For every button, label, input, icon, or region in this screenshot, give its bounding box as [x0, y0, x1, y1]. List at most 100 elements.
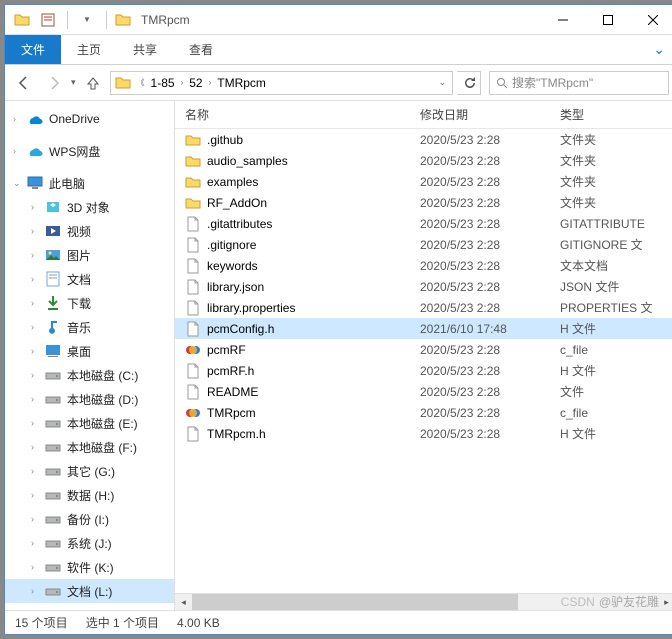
breadcrumb-1[interactable]: 52: [185, 72, 206, 94]
sidebar-item[interactable]: ›软件 (K:): [5, 555, 174, 579]
chevron-right-icon[interactable]: ›: [31, 466, 34, 476]
chevron-right-icon[interactable]: ›: [31, 490, 34, 500]
file-row[interactable]: RF_AddOn2020/5/23 2:28文件夹: [175, 192, 672, 213]
file-row[interactable]: .gitignore2020/5/23 2:28GITIGNORE 文: [175, 234, 672, 255]
file-row[interactable]: README2020/5/23 2:28文件: [175, 381, 672, 402]
file-name: library.properties: [207, 301, 295, 315]
address-root-icon[interactable]: [111, 72, 135, 94]
refresh-button[interactable]: [457, 71, 481, 95]
file-name: .gitignore: [207, 238, 256, 252]
sidebar-thispc[interactable]: ⌄ 此电脑: [5, 171, 174, 195]
properties-icon[interactable]: [37, 9, 59, 31]
status-count: 15 个项目: [15, 614, 68, 631]
chevron-down-icon[interactable]: ⌄: [13, 178, 21, 189]
sidebar-wps[interactable]: › WPS网盘: [5, 139, 174, 163]
file-row[interactable]: examples2020/5/23 2:28文件夹: [175, 171, 672, 192]
help-icon[interactable]: ⌄: [643, 41, 672, 58]
quick-access-toolbar: ▼ TMRpcm: [5, 9, 196, 31]
minimize-button[interactable]: [540, 5, 585, 35]
chevron-right-icon[interactable]: ›: [31, 538, 34, 548]
file-date: 2020/5/23 2:28: [420, 406, 560, 420]
sidebar-item-icon: [45, 199, 61, 215]
chevron-right-icon[interactable]: ›: [31, 418, 34, 428]
chevron-right-icon[interactable]: ›: [13, 146, 16, 156]
file-date: 2020/5/23 2:28: [420, 133, 560, 147]
tab-home[interactable]: 主页: [61, 35, 117, 64]
file-row[interactable]: pcmRF2020/5/23 2:28c_file: [175, 339, 672, 360]
sidebar-item[interactable]: ›数据 (H:): [5, 483, 174, 507]
file-row[interactable]: .github2020/5/23 2:28文件夹: [175, 129, 672, 150]
file-type: H 文件: [560, 320, 672, 337]
scroll-left-button[interactable]: ◂: [175, 594, 192, 611]
chevron-right-icon[interactable]: ›: [31, 322, 34, 332]
sidebar-item[interactable]: ›文档: [5, 267, 174, 291]
header-type[interactable]: 类型: [560, 106, 672, 123]
file-type: PROPERTIES 文: [560, 299, 672, 316]
header-date[interactable]: 修改日期: [420, 106, 560, 123]
sidebar-item[interactable]: ›3D 对象: [5, 195, 174, 219]
chevron-right-icon[interactable]: ›: [31, 250, 34, 260]
tab-file[interactable]: 文件: [5, 35, 61, 64]
chevron-right-icon[interactable]: ›: [31, 586, 34, 596]
file-row[interactable]: TMRpcm.h2020/5/23 2:28H 文件: [175, 423, 672, 444]
chevron-right-icon[interactable]: ›: [31, 562, 34, 572]
chevron-right-icon[interactable]: ›: [31, 370, 34, 380]
chevron-right-icon[interactable]: ›: [13, 114, 16, 124]
chevron-right-icon[interactable]: ›: [31, 226, 34, 236]
breadcrumb-0[interactable]: 1-85: [147, 72, 179, 94]
sidebar-item[interactable]: ›系统 (J:): [5, 531, 174, 555]
sidebar-item[interactable]: ›本地磁盘 (C:): [5, 363, 174, 387]
history-dropdown[interactable]: ▾: [71, 77, 76, 88]
scroll-right-button[interactable]: ▸: [658, 594, 672, 611]
back-button[interactable]: [11, 70, 37, 96]
file-row[interactable]: pcmConfig.h2021/6/10 17:48H 文件: [175, 318, 672, 339]
chevron-right-icon[interactable]: 《: [135, 77, 147, 88]
sidebar-item[interactable]: ›音乐: [5, 315, 174, 339]
caret-down-icon[interactable]: ▼: [76, 9, 98, 31]
sidebar-item[interactable]: ›本地磁盘 (D:): [5, 387, 174, 411]
chevron-right-icon[interactable]: ›: [31, 202, 34, 212]
chevron-right-icon[interactable]: ›: [207, 78, 214, 87]
chevron-right-icon[interactable]: ›: [179, 78, 186, 87]
chevron-right-icon[interactable]: ›: [31, 298, 34, 308]
sidebar-item[interactable]: ›视频: [5, 219, 174, 243]
file-type: H 文件: [560, 362, 672, 379]
file-row[interactable]: library.properties2020/5/23 2:28PROPERTI…: [175, 297, 672, 318]
chevron-right-icon[interactable]: ›: [31, 394, 34, 404]
sidebar-item[interactable]: ›桌面: [5, 339, 174, 363]
file-row[interactable]: keywords2020/5/23 2:28文本文档: [175, 255, 672, 276]
sidebar-item[interactable]: ›图片: [5, 243, 174, 267]
sidebar-item[interactable]: ›备份 (I:): [5, 507, 174, 531]
tab-share[interactable]: 共享: [117, 35, 173, 64]
sidebar-onedrive[interactable]: › OneDrive: [5, 107, 174, 131]
sidebar-item[interactable]: ›文档 (L:): [5, 579, 174, 603]
sidebar-item[interactable]: ›其它 (G:): [5, 459, 174, 483]
scroll-thumb[interactable]: [192, 594, 518, 611]
search-input[interactable]: 搜索"TMRpcm": [489, 71, 669, 95]
chevron-right-icon[interactable]: ›: [31, 274, 34, 284]
file-row[interactable]: library.json2020/5/23 2:28JSON 文件: [175, 276, 672, 297]
csdn-logo: CSDN: [561, 595, 595, 609]
sidebar-item[interactable]: ›本地磁盘 (F:): [5, 435, 174, 459]
address-bar[interactable]: 《 1-85 › 52 › TMRpcm ⌄: [110, 71, 453, 95]
maximize-button[interactable]: [585, 5, 630, 35]
file-row[interactable]: .gitattributes2020/5/23 2:28GITATTRIBUTE: [175, 213, 672, 234]
sidebar-item-label: WPS网盘: [49, 143, 100, 160]
sidebar-item[interactable]: ›本地磁盘 (E:): [5, 411, 174, 435]
file-row[interactable]: TMRpcm2020/5/23 2:28c_file: [175, 402, 672, 423]
tab-view[interactable]: 查看: [173, 35, 229, 64]
chevron-right-icon[interactable]: ›: [31, 442, 34, 452]
breadcrumb-2[interactable]: TMRpcm: [213, 72, 270, 94]
close-button[interactable]: [630, 5, 672, 35]
file-type: GITIGNORE 文: [560, 236, 672, 253]
up-button[interactable]: [80, 70, 106, 96]
header-name[interactable]: 名称: [175, 106, 420, 123]
file-name: library.json: [207, 280, 264, 294]
file-row[interactable]: pcmRF.h2020/5/23 2:28H 文件: [175, 360, 672, 381]
sidebar-item[interactable]: ›下载: [5, 291, 174, 315]
chevron-right-icon[interactable]: ›: [31, 514, 34, 524]
file-row[interactable]: audio_samples2020/5/23 2:28文件夹: [175, 150, 672, 171]
address-dropdown[interactable]: ⌄: [432, 77, 452, 88]
chevron-right-icon[interactable]: ›: [31, 346, 34, 356]
forward-button[interactable]: [41, 70, 67, 96]
